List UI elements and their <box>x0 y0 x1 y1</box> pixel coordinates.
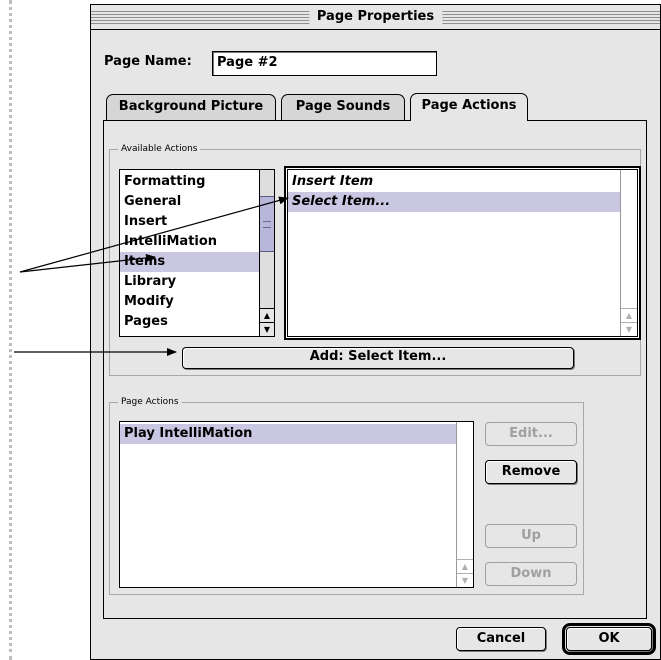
scroll-down-icon[interactable]: ▼ <box>457 573 473 587</box>
actions-list[interactable]: Insert Item Select Item... ▲ ▼ <box>284 166 641 340</box>
tab-page-sounds[interactable]: Page Sounds <box>281 94 405 120</box>
list-item-insert[interactable]: Insert <box>120 212 259 232</box>
page-properties-dialog: Page Properties Page Name: Page #2 Backg… <box>90 4 661 660</box>
list-item-library[interactable]: Library <box>120 272 259 292</box>
actions-list-scrollbar[interactable]: ▲ ▼ <box>620 170 637 336</box>
page-actions-group: Page Actions Play IntelliMation ▲ ▼ Edit… <box>109 396 584 595</box>
list-item-general[interactable]: General <box>120 192 259 212</box>
scroll-up-icon[interactable]: ▲ <box>621 308 637 322</box>
category-list[interactable]: Formatting General Insert IntelliMation … <box>119 169 275 337</box>
list-item-intellimation[interactable]: IntelliMation <box>120 232 259 252</box>
list-item-select-item[interactable]: Select Item... <box>288 192 620 212</box>
edit-button[interactable]: Edit... <box>485 422 577 446</box>
list-item-items[interactable]: Items <box>120 252 259 272</box>
page-actions-scrollbar[interactable]: ▲ ▼ <box>456 422 473 587</box>
dialog-title-bar[interactable]: Page Properties <box>91 5 660 30</box>
available-actions-group-label: Available Actions <box>118 143 201 155</box>
scroll-up-icon[interactable]: ▲ <box>260 308 274 322</box>
page-actions-group-label: Page Actions <box>118 396 182 408</box>
list-item-insert-item[interactable]: Insert Item <box>288 172 620 192</box>
tab-page-actions[interactable]: Page Actions <box>410 93 528 121</box>
list-item-play-intellimation[interactable]: Play IntelliMation <box>120 424 456 444</box>
list-item-modify[interactable]: Modify <box>120 292 259 312</box>
scroll-down-icon[interactable]: ▼ <box>621 322 637 336</box>
page-actions-panel: Available Actions Formatting General Ins… <box>103 120 647 619</box>
down-button[interactable]: Down <box>485 562 577 586</box>
remove-button[interactable]: Remove <box>485 460 577 484</box>
scroll-up-icon[interactable]: ▲ <box>457 559 473 573</box>
scroll-down-icon[interactable]: ▼ <box>260 322 274 336</box>
list-item-pages[interactable]: Pages <box>120 312 259 332</box>
page-name-label: Page Name: <box>104 54 192 69</box>
category-list-scrollbar[interactable]: ▲ ▼ <box>259 170 274 336</box>
tab-background-picture[interactable]: Background Picture <box>106 94 276 120</box>
page-name-field[interactable]: Page #2 <box>212 51 437 76</box>
available-actions-group: Available Actions Formatting General Ins… <box>109 143 641 376</box>
page-actions-list[interactable]: Play IntelliMation ▲ ▼ <box>119 421 474 588</box>
scroll-thumb[interactable] <box>260 196 274 252</box>
up-button[interactable]: Up <box>485 524 577 548</box>
cancel-button[interactable]: Cancel <box>456 627 546 651</box>
dialog-title: Page Properties <box>308 8 443 25</box>
margin-dotted-rule <box>9 0 12 660</box>
add-action-button[interactable]: Add: Select Item... <box>182 347 574 369</box>
list-item-formatting[interactable]: Formatting <box>120 172 259 192</box>
ok-button[interactable]: OK <box>562 623 656 655</box>
